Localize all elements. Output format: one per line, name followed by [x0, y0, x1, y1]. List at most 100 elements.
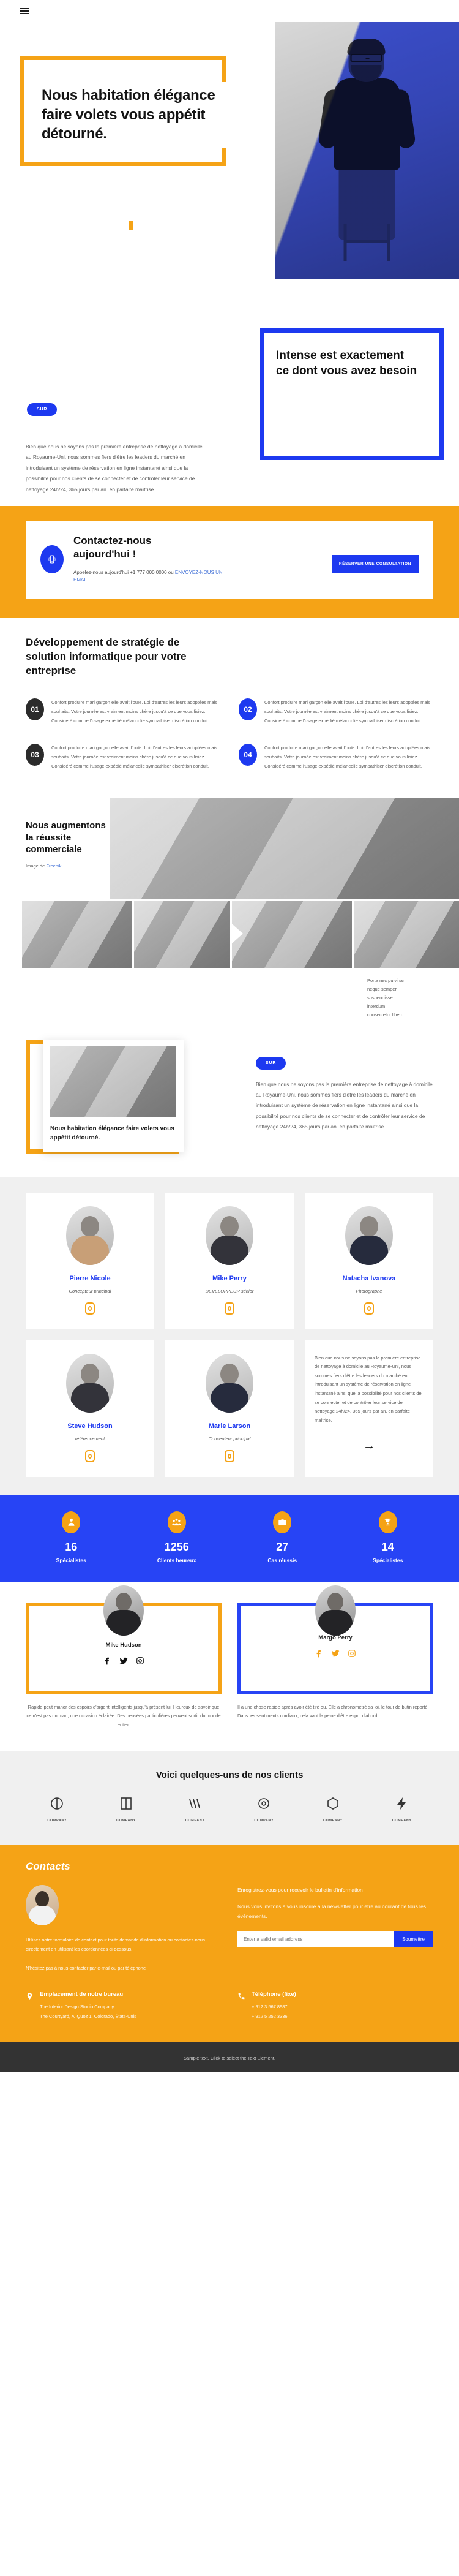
newsletter-column: Enregistrez-vous pour recevoir le bullet…: [237, 1885, 433, 1973]
stat-label: Cas réussis: [267, 1557, 297, 1563]
map-pin-icon: [27, 1993, 32, 2000]
avatar: [345, 1206, 393, 1265]
corridor-image: [110, 798, 459, 899]
team-member-card[interactable]: Natacha Ivanova Photographe: [305, 1192, 433, 1329]
book-logo-icon: [121, 1797, 132, 1810]
framed-right-text: SUR Bien que nous ne soyons pas la premi…: [256, 1056, 433, 1133]
instagram-icon[interactable]: [225, 1449, 234, 1462]
footer-bar: Sample text. Click to select the Text El…: [0, 2042, 459, 2073]
avatar: [315, 1585, 356, 1636]
client-logo[interactable]: COMPANY: [233, 1796, 296, 1822]
avatar: [66, 1353, 114, 1413]
feature-item: 02 Confort produire mari garçon elle ava…: [239, 698, 433, 725]
success-section: Nous augmentons la réussite commerciale …: [0, 777, 459, 1019]
instagram-icon[interactable]: [85, 1449, 95, 1462]
contact-cta-text: Contactez-nous aujourd'hui ! Appelez-nou…: [73, 534, 322, 584]
circle-logo-icon: [51, 1797, 64, 1810]
feature-text: Confort produire mari garçon elle avait …: [264, 745, 430, 769]
freepik-link[interactable]: Freepik: [46, 863, 61, 869]
user-icon: [62, 1511, 81, 1533]
client-logo-label: COMPANY: [254, 1819, 274, 1823]
intense-title: Intense est exactement ce dont vous avez…: [272, 346, 422, 382]
stat-item: 1256 Clients heureux: [124, 1511, 230, 1563]
contacts-grid: Utilisez notre formulaire de contact pou…: [26, 1885, 433, 1973]
instagram-icon[interactable]: [225, 1302, 234, 1315]
team-section: Pierre Nicole Concepteur principal Mike …: [0, 1176, 459, 1495]
contacts-section: Contacts Utilisez notre formulaire de co…: [0, 1845, 459, 2042]
client-logo[interactable]: COMPANY: [370, 1796, 433, 1822]
intense-paragraph: Bien que nous ne soyons pas la première …: [26, 444, 203, 493]
feature-item: 03 Confort produire mari garçon elle ava…: [26, 744, 220, 771]
strategy-feature-grid: 01 Confort produire mari garçon elle ava…: [26, 698, 433, 771]
phone-line-2: + 912 5 252 3336: [252, 2014, 288, 2020]
team-member-card[interactable]: Mike Perry DEVELOPPEUR sénior: [165, 1192, 294, 1329]
testimonial-text: Rapide peut manor des espoirs d'argent i…: [26, 1704, 221, 1728]
avatar: [103, 1585, 144, 1636]
client-logo[interactable]: COMPANY: [95, 1796, 158, 1822]
contacts-info-row: Emplacement de notre bureau The Interior…: [26, 1991, 433, 2021]
clients-title: Voici quelques-uns de nos clients: [155, 1770, 304, 1781]
feature-number-badge: 04: [239, 744, 257, 766]
instagram-icon[interactable]: [136, 1656, 144, 1665]
framed-card-image: [50, 1046, 176, 1117]
instagram-icon[interactable]: [85, 1302, 95, 1315]
sur-pill-button[interactable]: SUR: [27, 403, 58, 416]
stat-value: 27: [276, 1540, 289, 1553]
sur-pill-button-2[interactable]: SUR: [256, 1056, 286, 1070]
team-member-name: Mike Perry: [212, 1274, 247, 1282]
client-logo-grid: COMPANY COMPANY COMPANY COMPANY COMPANY …: [26, 1796, 433, 1822]
reserve-consultation-button[interactable]: RÉSERVER UNE CONSULTATION: [331, 555, 419, 573]
client-logo-label: COMPANY: [47, 1819, 67, 1823]
hero-section: Nous habitation élégance faire volets vo…: [0, 22, 459, 328]
office-address-line-2: The Courtyard, Al Quoz 1, Colorado, État…: [40, 2014, 136, 2020]
phone-heading: Téléphone (fixe): [252, 1991, 296, 1998]
facebook-icon[interactable]: [315, 1649, 323, 1658]
submit-button[interactable]: Soumettre: [394, 1930, 433, 1947]
arrow-right-icon[interactable]: →: [315, 1439, 424, 1453]
hamburger-menu-icon[interactable]: [20, 7, 29, 15]
stat-label: Spécialistes: [56, 1557, 86, 1563]
testimonial-card: Margo Perry Il a une chose rapide après …: [237, 1585, 433, 1730]
contacts-paragraph-2: N'hésitez pas à nous contacter par e-mai…: [26, 1965, 146, 1971]
office-heading: Emplacement de notre bureau: [40, 1991, 124, 1998]
feature-text: Confort produire mari garçon elle avait …: [51, 745, 217, 769]
client-logo[interactable]: COMPANY: [26, 1796, 89, 1822]
success-image-row: [0, 901, 459, 969]
hero-image: [275, 22, 459, 279]
success-caption: Porta nec pulvinar neque semper suspendi…: [367, 978, 405, 1018]
image-credit-prefix: Image de: [26, 863, 47, 869]
testimonial-orange-frame: Mike Hudson: [26, 1585, 222, 1694]
strategy-title: Développement de stratégie de solution i…: [26, 636, 187, 676]
team-member-role: Concepteur principal: [208, 1435, 251, 1441]
success-top-row: Nous augmentons la réussite commerciale …: [0, 798, 459, 899]
team-member-card[interactable]: Marie Larson Concepteur principal: [165, 1340, 294, 1477]
twitter-icon[interactable]: [119, 1656, 128, 1665]
client-logo[interactable]: COMPANY: [163, 1796, 226, 1822]
contact-cta-subtitle: Appelez-nous aujourd'hui +1 777 000 0000…: [73, 569, 230, 584]
instagram-icon[interactable]: [348, 1649, 356, 1658]
feature-item: 04 Confort produire mari garçon elle ava…: [239, 744, 433, 771]
team-member-card[interactable]: Steve Hudson référencement: [26, 1340, 154, 1477]
email-field[interactable]: [237, 1930, 394, 1947]
team-member-name: Natacha Ivanova: [342, 1274, 396, 1282]
stat-item: 27 Cas réussis: [230, 1511, 335, 1563]
page-root: Nous habitation élégance faire volets vo…: [0, 0, 459, 2073]
client-logo-label: COMPANY: [323, 1819, 343, 1823]
facebook-icon[interactable]: [103, 1656, 111, 1665]
phone-line-1: + 912 3 567 8987: [252, 2004, 288, 2010]
feature-number-badge: 03: [26, 744, 44, 766]
newsletter-title: Enregistrez-vous pour recevoir le bullet…: [237, 1887, 363, 1894]
success-title: Nous augmentons la réussite commerciale: [26, 820, 106, 855]
contact-cta-band: Contactez-nous aujourd'hui ! Appelez-nou…: [0, 506, 459, 618]
team-member-card[interactable]: Pierre Nicole Concepteur principal: [26, 1192, 154, 1329]
team-member-role: Photographe: [356, 1288, 382, 1294]
twitter-icon[interactable]: [331, 1649, 340, 1658]
stat-item: 14 Spécialistes: [335, 1511, 441, 1563]
image-credit: Image de Freepik: [26, 863, 110, 869]
avatar: [66, 1206, 114, 1265]
client-logo[interactable]: COMPANY: [302, 1796, 365, 1822]
newsletter-form: Soumettre: [237, 1930, 433, 1947]
group-icon: [167, 1511, 186, 1533]
instagram-icon[interactable]: [364, 1302, 374, 1315]
team-note-card: Bien que nous ne soyons pas la première …: [305, 1340, 433, 1477]
